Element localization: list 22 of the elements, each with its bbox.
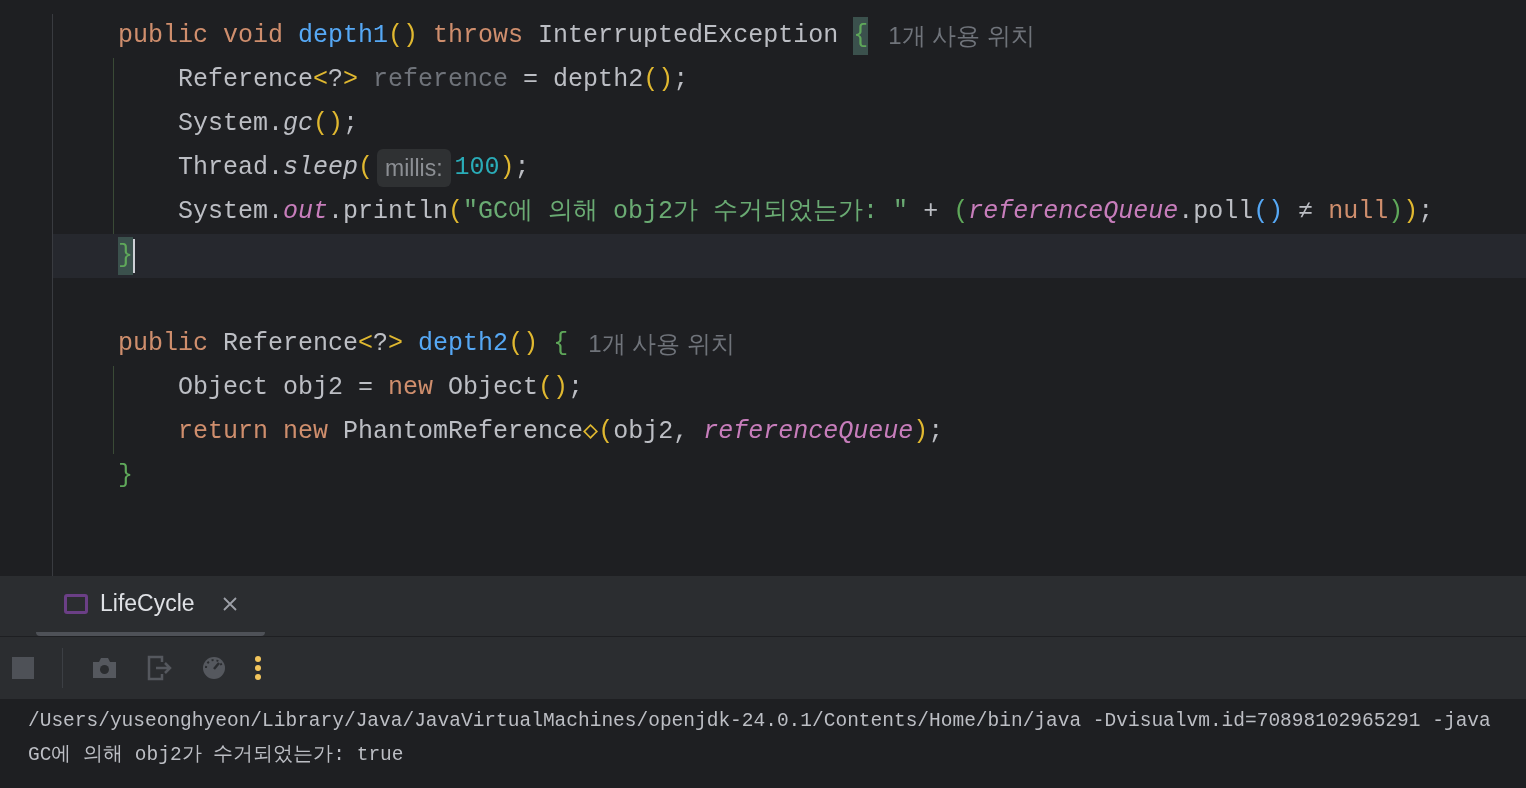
usage-hint[interactable]: 1개 사용 위치 [588, 326, 735, 362]
code-line: } [118, 460, 133, 493]
close-icon[interactable] [222, 596, 237, 611]
code-line: System.gc(); [178, 108, 359, 141]
code-line: public void depth1() throws InterruptedException { [118, 17, 869, 55]
code-line: Reference<?> reference = depth2(); [178, 64, 689, 97]
usage-hint[interactable]: 1개 사용 위치 [888, 18, 1035, 54]
exit-icon[interactable] [146, 654, 174, 682]
console-line: GC에 의해 obj2가 수거되었는가: true [28, 743, 404, 768]
code-line: public Reference<?> depth2() { [118, 328, 569, 361]
parameter-hint: millis: [377, 148, 451, 188]
code-line: return new PhantomReference◇(obj2, referenceQueue); [178, 416, 944, 449]
console-line: /Users/yuseonghyeon/Library/Java/JavaVirtualMachines/openjdk-24.0.1/Contents/Home/bin/java -Dvisualvm.id=70898102965291 -java [28, 709, 1491, 734]
more-icon[interactable] [254, 656, 262, 680]
code-line: System.out.println("GC에 의해 obj2가 수거되었는가: " + (referenceQueue.poll() ≠ null)); [178, 196, 1434, 229]
camera-icon[interactable] [91, 656, 118, 680]
code-line: Object obj2 = new Object(); [178, 372, 584, 405]
window-icon [64, 593, 88, 614]
code-line: Thread.sleep( millis: 100); [178, 148, 530, 188]
gauge-icon[interactable] [202, 656, 226, 680]
run-tab[interactable]: LifeCycle [36, 575, 265, 636]
text-caret [133, 239, 135, 273]
